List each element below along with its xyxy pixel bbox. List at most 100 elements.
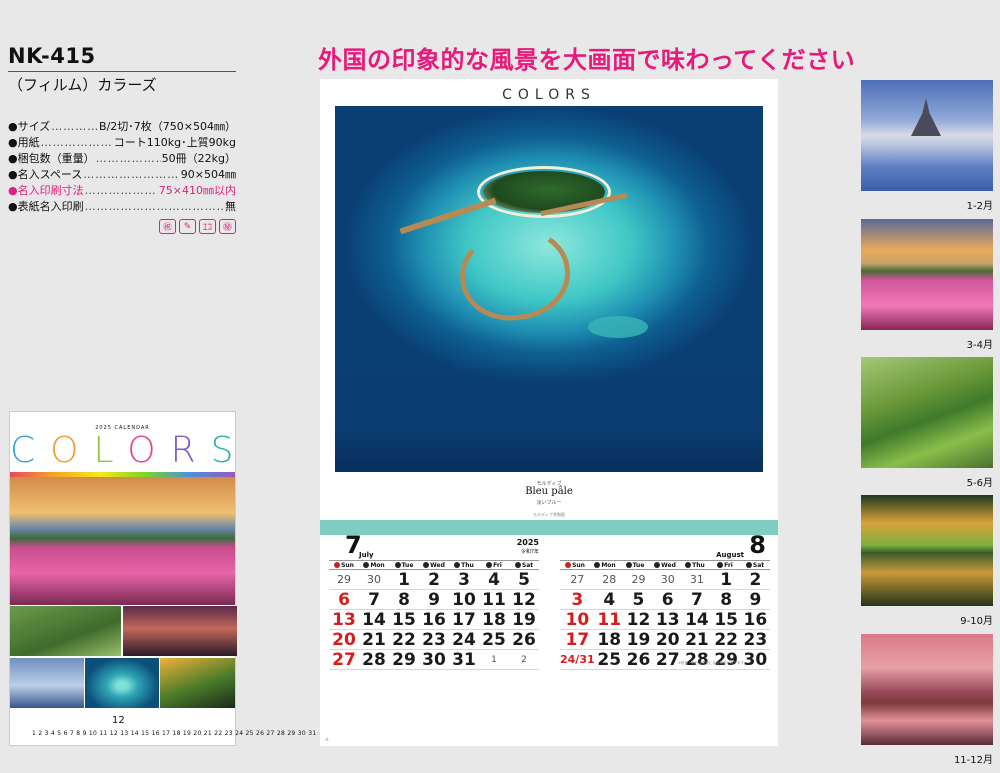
spec-row: ●用紙コート110kg･上質90kg	[8, 135, 236, 151]
day-grid: 29 30 1 2 3 4 5 6 7 8 9 10 11 12 13 14 15 16 17 18 19 20 21 22 2…	[329, 570, 539, 670]
day-grid: 27 28 29 30 31 1 2 3 4 5 6 7 8 9 10 11 12 13 14 15 16 17 18 19 2…	[560, 570, 770, 670]
day-cell: 30	[359, 570, 389, 590]
thumb-label: 1-2月	[966, 201, 993, 212]
day-cell: 16	[419, 610, 449, 630]
day-cell: 29	[623, 570, 654, 590]
day-cell: 29	[389, 650, 419, 670]
day-cell: 13	[329, 610, 359, 630]
thumb-may-jun: 5-6月	[861, 357, 993, 489]
day-cell: 25	[594, 650, 624, 670]
weekday-sun: Sun	[329, 562, 359, 569]
day-cell: 12	[623, 610, 654, 630]
month-number: 8	[749, 531, 766, 559]
day-cell: 8	[389, 590, 419, 610]
day-cell: 3	[449, 570, 479, 590]
spec-row: ●梱包数（重量）50冊（22kg）	[8, 151, 236, 167]
thumb-label: 5-6月	[966, 478, 993, 489]
month-name: July	[359, 551, 374, 559]
day-cell: 30	[740, 650, 770, 670]
pen-mark-icon: ✎	[179, 219, 196, 234]
spec-panel: NK-415 （フィルム）カラーズ ●サイズB/2切･7枚（750×504㎜） …	[8, 44, 236, 234]
weekday-sat: Sat	[740, 562, 770, 569]
day-cell: 18	[479, 610, 509, 630]
day-cell: 18	[594, 630, 624, 650]
day-cell: 5	[623, 590, 654, 610]
month-july: 7 July 2025 令和7年 Sun Mon Tue Wed Thu Fri…	[329, 531, 539, 670]
day-cell: 14	[359, 610, 389, 630]
caption-sub: 淡いブルー	[536, 500, 562, 506]
thumb-mar-apr: 3-4月	[861, 219, 993, 351]
day-cell: 28	[359, 650, 389, 670]
thumb-jan-feb: 1-2月	[861, 80, 993, 212]
day-cell: 21	[682, 630, 712, 650]
day-cell: 20	[329, 630, 359, 650]
water-villa-jetty	[399, 197, 497, 235]
month-name: August	[716, 551, 744, 559]
green-valley-photo	[861, 357, 993, 468]
day-cell: 30	[419, 650, 449, 670]
day-cell: 2	[509, 650, 539, 670]
spec-row-highlight: ●名入印刷寸法75×410㎜以内	[8, 183, 236, 199]
accent-bar	[320, 520, 778, 535]
page-number: -4-	[324, 737, 330, 742]
product-subtitle: （フィルム）カラーズ	[8, 76, 157, 94]
year-sub-label: 令和7年	[520, 549, 539, 555]
day-cell: 20	[653, 630, 683, 650]
day-cell: 28	[682, 650, 712, 670]
day-cell: 22	[389, 630, 419, 650]
weekday-mon: Mon	[359, 562, 389, 569]
day-cell: 6	[653, 590, 683, 610]
cover-month: 12	[112, 715, 125, 726]
cover-calendar-strip: 12 1 2 3 4 5 6 7 8 9 10 11 12 13 14 15 1…	[10, 712, 316, 742]
cover-tulip-photo	[10, 477, 235, 605]
day-cell: 5	[509, 570, 539, 590]
day-cell: 13	[653, 610, 683, 630]
spec-row: ●表紙名入印刷無	[8, 199, 236, 215]
day-cell: 10	[560, 610, 595, 630]
weekday-fri: Fri	[479, 562, 509, 569]
day-cell: 10	[449, 590, 479, 610]
day-cell: 24	[449, 630, 479, 650]
foot-note: ※祝日・休日は変更になる場合があります	[678, 661, 744, 665]
cover-days: 1 2 3 4 5 6 7 8 9 10 11 12 13 14 15 16 1…	[32, 730, 317, 737]
weekday-tue: Tue	[389, 562, 419, 569]
cover-island-photo	[85, 658, 159, 708]
day-cell: 21	[359, 630, 389, 650]
day-cell: 4	[479, 570, 509, 590]
weekday-thu: Thu	[680, 562, 710, 569]
secret-mark-icon: ㊙	[219, 219, 236, 234]
cover-bridge-photo	[123, 606, 237, 656]
weekday-fri: Fri	[710, 562, 740, 569]
day-cell: 7	[682, 590, 712, 610]
spec-row: ●名入スペース90×504㎜	[8, 167, 236, 183]
day-cell: 26	[623, 650, 654, 670]
day-cell: 1	[711, 570, 741, 590]
product-code: NK-415	[8, 44, 236, 72]
day-cell: 19	[623, 630, 654, 650]
month-header: 7 July 2025 令和7年	[329, 531, 539, 560]
calendar-page: COLORS モルディブ Bleu pâle 淡いブルー モルディブ共和国 7 …	[320, 79, 778, 746]
day-cell: 31	[449, 650, 479, 670]
celebration-mark-icon: ㊗	[159, 219, 176, 234]
day-cell: 11	[594, 610, 624, 630]
weekday-sat: Sat	[509, 562, 539, 569]
thumb-label: 3-4月	[966, 340, 993, 351]
day-cell: 2	[419, 570, 449, 590]
day-cell: 24/31	[560, 650, 595, 670]
weekday-header: Sun Mon Tue Wed Thu Fri Sat	[560, 560, 770, 570]
bridge-dusk-photo	[861, 634, 993, 745]
day-cell: 17	[449, 610, 479, 630]
cover-photo-row	[10, 658, 235, 708]
page-logo: COLORS	[502, 87, 596, 103]
cover-autumn-photo	[160, 658, 235, 708]
day-cell: 23	[740, 630, 770, 650]
day-cell: 9	[740, 590, 770, 610]
day-cell: 9	[419, 590, 449, 610]
day-cell: 27	[560, 570, 595, 590]
day-cell: 29	[711, 650, 741, 670]
day-cell: 8	[711, 590, 741, 610]
day-cell: 30	[653, 570, 683, 590]
weekday-mon: Mon	[590, 562, 620, 569]
maldives-aerial-photo	[335, 106, 763, 472]
month-header: August 8	[560, 531, 770, 560]
